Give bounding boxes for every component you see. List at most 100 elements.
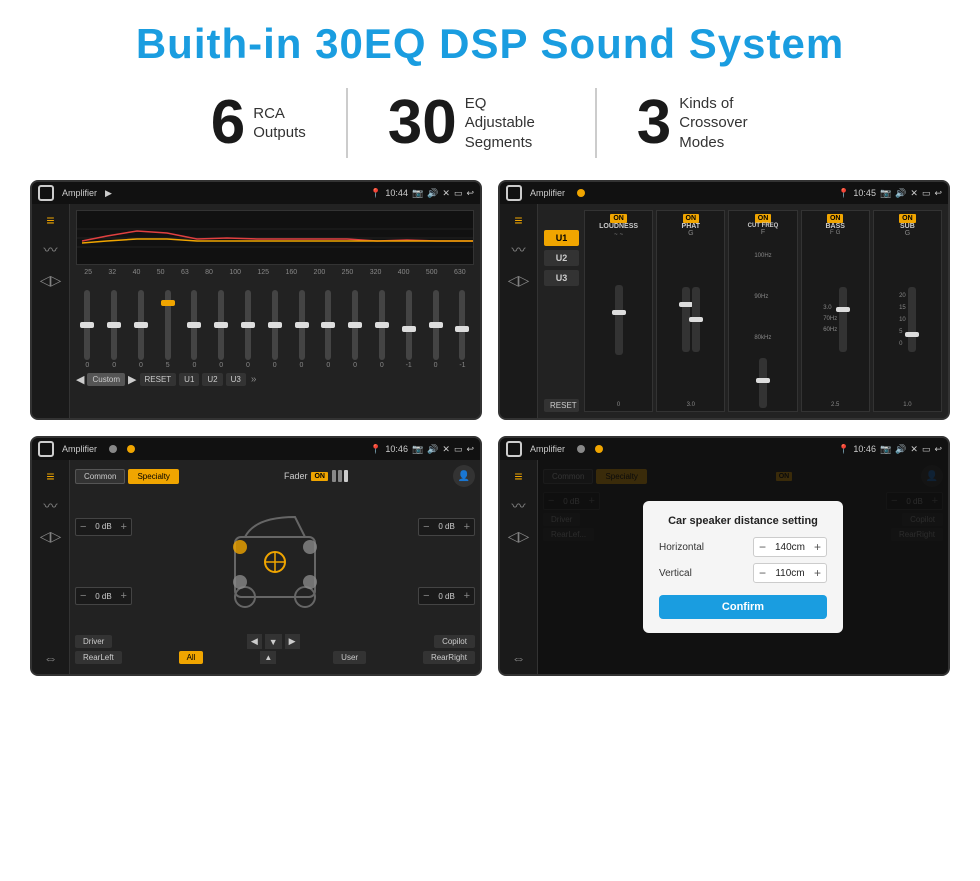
slider-3: 5 [165, 290, 171, 369]
copilot-btn-3[interactable]: Copilot [434, 635, 475, 648]
minus-topright[interactable]: − [423, 521, 429, 533]
all-btn-3[interactable]: All [179, 651, 204, 664]
u3-btn-cross[interactable]: U3 [544, 270, 579, 286]
sub-slider[interactable] [908, 287, 916, 352]
minus-topleft[interactable]: − [80, 521, 86, 533]
ch-label-loudness: LOUDNESS [599, 223, 638, 230]
horizontal-label: Horizontal [659, 542, 704, 553]
u2-btn-cross[interactable]: U2 [544, 250, 579, 266]
dot-indicator-3b [127, 445, 135, 453]
sidebar-speaker-icon-2[interactable]: ◁▷ [508, 272, 530, 289]
sidebar-wave-icon-4[interactable]: 〰 [512, 496, 526, 516]
loudness-slider-thumb [612, 310, 626, 315]
battery-icon-2: ▭ [922, 188, 931, 199]
sidebar-3: ≡ 〰 ◁▷ ⇔ [32, 460, 70, 674]
bass-slider[interactable] [839, 287, 847, 352]
home-icon-4[interactable] [506, 441, 522, 457]
stat-eq: 30 EQ AdjustableSegments [348, 92, 595, 154]
horizontal-plus[interactable]: + [814, 540, 821, 554]
stat-label-crossover: Kinds ofCrossover Modes [679, 94, 769, 153]
sidebar-speaker-icon-3[interactable]: ◁▷ [40, 528, 62, 545]
next-button[interactable]: ▶ [128, 373, 136, 386]
status-bar-3: Amplifier 📍 10:46 📷 🔊 ✕ ▭ ↩ [32, 438, 480, 460]
home-icon-2[interactable] [506, 185, 522, 201]
plus-topright[interactable]: + [464, 521, 470, 533]
wifi-icon-4: ✕ [910, 444, 918, 455]
plus-bottomright[interactable]: + [464, 590, 470, 602]
on-badge-phat[interactable]: ON [683, 214, 700, 223]
on-badge-loudness[interactable]: ON [610, 214, 627, 223]
val-bottomleft: 0 dB [89, 592, 117, 601]
vertical-minus[interactable]: − [759, 566, 766, 580]
app-name-1: Amplifier [62, 188, 97, 198]
db-control-bottomleft[interactable]: − 0 dB + [75, 587, 132, 605]
driver-btn-3[interactable]: Driver [75, 635, 112, 648]
down-arrow-btn[interactable]: ▼ [265, 634, 282, 649]
sidebar-eq-icon[interactable]: ≡ [46, 212, 54, 228]
horizontal-control[interactable]: − 140cm + [753, 537, 827, 557]
status-bar-1: Amplifier ▶ 📍 10:44 📷 🔊 ✕ ▭ ↩ [32, 182, 480, 204]
on-badge-sub[interactable]: ON [899, 214, 916, 223]
user-btn-3[interactable]: User [333, 651, 366, 664]
prev-button[interactable]: ◀ [76, 373, 84, 386]
vertical-plus[interactable]: + [814, 566, 821, 580]
custom-button[interactable]: Custom [87, 373, 125, 386]
channel-cutfreq: ON CUT FREQ F 100Hz 90Hz 80kHz [728, 210, 797, 412]
sidebar-wave-icon-2[interactable]: 〰 [512, 240, 526, 260]
on-badge-bass[interactable]: ON [827, 214, 844, 223]
reset-button-eq[interactable]: RESET [140, 373, 177, 386]
on-badge-cutfreq[interactable]: ON [755, 214, 772, 223]
sidebar-wave-icon-3[interactable]: 〰 [44, 496, 58, 516]
sidebar-speaker-icon-4[interactable]: ◁▷ [508, 528, 530, 545]
plus-bottomleft[interactable]: + [120, 590, 126, 602]
back-icon-4[interactable]: ↩ [934, 444, 942, 455]
slider-6: 0 [245, 290, 251, 369]
sidebar-eq-icon-2[interactable]: ≡ [514, 212, 522, 228]
sidebar-eq-icon-4[interactable]: ≡ [514, 468, 522, 484]
u2-button-eq[interactable]: U2 [202, 373, 222, 386]
sidebar-arrows-icon-3[interactable]: ⇔ [44, 650, 58, 666]
back-icon-2[interactable]: ↩ [934, 188, 942, 199]
home-icon-3[interactable] [38, 441, 54, 457]
ch-label-phat: PHAT [682, 223, 701, 230]
car-svg [210, 507, 340, 617]
right-arrow-btn[interactable]: ▶ [285, 634, 300, 649]
db-control-topright[interactable]: − 0 dB + [418, 518, 475, 536]
back-icon-1[interactable]: ↩ [466, 188, 474, 199]
db-control-bottomright[interactable]: − 0 dB + [418, 587, 475, 605]
sidebar-eq-icon-3[interactable]: ≡ [46, 468, 54, 484]
u3-button-eq[interactable]: U3 [226, 373, 246, 386]
u1-button-eq[interactable]: U1 [179, 373, 199, 386]
plus-topleft[interactable]: + [120, 521, 126, 533]
minus-bottomleft[interactable]: − [80, 590, 86, 602]
ch-label-bass: BASS [825, 223, 844, 230]
db-control-topleft[interactable]: − 0 dB + [75, 518, 132, 536]
loudness-slider-track[interactable] [615, 285, 623, 355]
sidebar-4: ≡ 〰 ◁▷ ⇔ [500, 460, 538, 674]
sidebar-wave-icon[interactable]: 〰 [44, 240, 58, 260]
cutfreq-slider[interactable] [759, 358, 767, 408]
minus-bottomright[interactable]: − [423, 590, 429, 602]
up-arrow-btn[interactable]: ▲ [260, 651, 276, 664]
tab-common-3[interactable]: Common [75, 469, 125, 484]
home-icon-1[interactable] [38, 185, 54, 201]
camera-icon-4: 📷 [880, 444, 891, 455]
sidebar-speaker-icon[interactable]: ◁▷ [40, 272, 62, 289]
horizontal-minus[interactable]: − [759, 540, 766, 554]
back-icon-3[interactable]: ↩ [466, 444, 474, 455]
sidebar-arrows-icon-4[interactable]: ⇔ [512, 650, 526, 666]
vertical-control[interactable]: − 110cm + [753, 563, 827, 583]
time-1: 10:44 [385, 188, 408, 198]
settings-btn-3[interactable]: 👤 [453, 465, 475, 487]
rearleft-btn-3[interactable]: RearLeft [75, 651, 122, 664]
rearright-btn-3[interactable]: RearRight [423, 651, 475, 664]
tab-specialty-3[interactable]: Specialty [128, 469, 178, 484]
phat-slider-f[interactable] [692, 287, 700, 352]
fader-on-badge[interactable]: ON [311, 472, 328, 481]
slider-1: 0 [111, 290, 117, 369]
confirm-button[interactable]: Confirm [659, 595, 827, 619]
wifi-icon-3: ✕ [442, 444, 450, 455]
reset-btn-cross[interactable]: RESET [544, 399, 579, 412]
u1-btn-cross[interactable]: U1 [544, 230, 579, 246]
left-arrow-btn[interactable]: ◀ [247, 634, 262, 649]
